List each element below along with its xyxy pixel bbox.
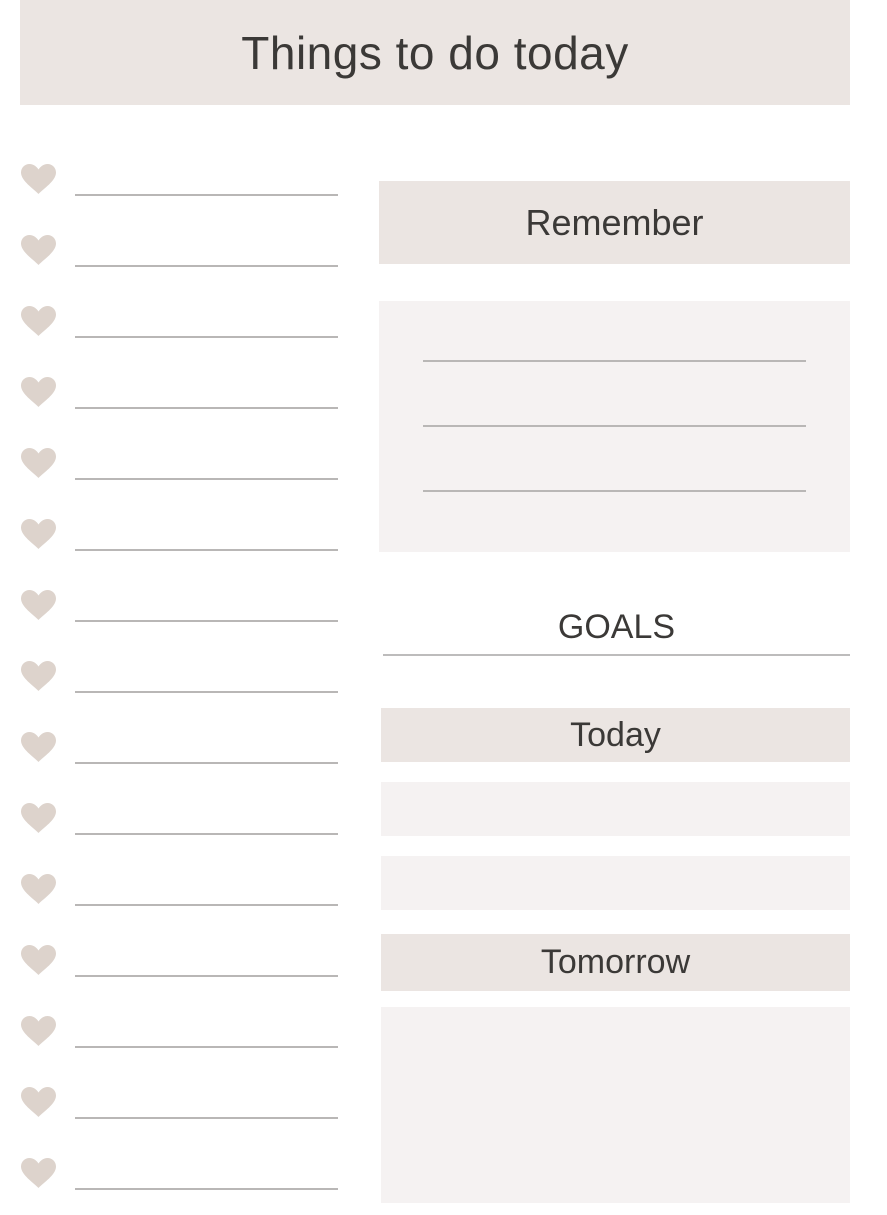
heart-icon [21,519,56,549]
todo-line[interactable] [75,1046,338,1048]
todo-item[interactable] [20,731,340,771]
todo-line[interactable] [75,194,338,196]
todo-item[interactable] [20,660,340,700]
heart-icon [21,732,56,762]
todo-item[interactable] [20,802,340,842]
title-banner: Things to do today [20,0,850,105]
heart-icon [21,874,56,904]
today-entry-field[interactable] [381,782,850,836]
todo-item[interactable] [20,1015,340,1055]
heart-icon [21,945,56,975]
todo-line[interactable] [75,975,338,977]
todo-line[interactable] [75,762,338,764]
todo-item[interactable] [20,1157,340,1197]
todo-item[interactable] [20,944,340,984]
todo-line[interactable] [75,1188,338,1190]
heart-icon [21,377,56,407]
todo-item[interactable] [20,518,340,558]
todo-line[interactable] [75,478,338,480]
remember-label: Remember [525,201,704,243]
heart-icon [21,590,56,620]
todo-line[interactable] [75,620,338,622]
goals-heading: GOALS [383,600,850,656]
remember-line[interactable] [423,425,806,427]
heart-icon [21,448,56,478]
todo-item[interactable] [20,873,340,913]
todo-line[interactable] [75,549,338,551]
today-label: Today [570,715,661,754]
remember-panel [379,301,850,552]
heart-icon [21,1158,56,1188]
todo-item[interactable] [20,589,340,629]
goals-label: GOALS [557,607,676,646]
page-title: Things to do today [241,26,629,79]
heart-icon [21,306,56,336]
today-entry-field[interactable] [381,856,850,910]
todo-line[interactable] [75,336,338,338]
heart-icon [21,661,56,691]
heart-icon [21,803,56,833]
remember-line[interactable] [423,360,806,362]
todo-line[interactable] [75,904,338,906]
todo-line[interactable] [75,407,338,409]
remember-line[interactable] [423,490,806,492]
todo-item[interactable] [20,163,340,203]
today-header: Today [381,708,850,762]
todo-line[interactable] [75,691,338,693]
todo-item[interactable] [20,447,340,487]
todo-item[interactable] [20,1086,340,1126]
heart-icon [21,235,56,265]
todo-line[interactable] [75,1117,338,1119]
tomorrow-label: Tomorrow [540,943,691,981]
todo-line[interactable] [75,833,338,835]
todo-item[interactable] [20,376,340,416]
todo-line[interactable] [75,265,338,267]
heart-icon [21,1016,56,1046]
heart-icon [21,1087,56,1117]
remember-header: Remember [379,181,850,264]
heart-icon [21,164,56,194]
todo-item[interactable] [20,305,340,345]
tomorrow-header: Tomorrow [381,934,850,991]
tomorrow-entry-field[interactable] [381,1007,850,1203]
todo-item[interactable] [20,234,340,274]
